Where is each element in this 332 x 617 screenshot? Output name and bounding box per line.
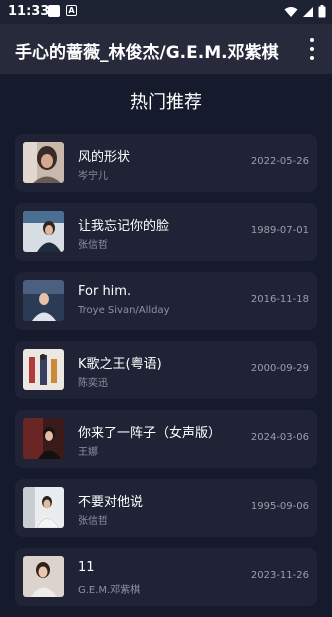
song-title: For him. [78,284,132,299]
song-artist: 陈奕迅 [78,378,108,389]
song-card[interactable]: 你来了一阵子（女声版） 王娜 2024-03-06 [15,410,317,468]
release-date: 2023-11-26 [250,570,309,581]
song-title: K歌之王(粤语) [78,357,162,372]
font-notification-icon: A [66,5,77,16]
album-cover [23,418,64,459]
notification-icon [48,5,60,17]
section-title: 热门推荐 [130,92,202,113]
song-artist: G.E.M.邓紫棋 [78,585,141,596]
song-card[interactable]: 让我忘记你的脸 张信哲 1989-07-01 [15,203,317,261]
battery-icon [318,5,326,18]
more-options-icon[interactable] [304,38,320,60]
album-cover [23,211,64,252]
status-bar: 11:33 A [0,0,332,24]
song-list: 风的形状 岑宁儿 2022-05-26 让我忘记你的脸 张信哲 1989-07-… [15,134,317,617]
album-cover [23,142,64,183]
song-artist: 王娜 [78,447,98,458]
song-card[interactable]: 风的形状 岑宁儿 2022-05-26 [15,134,317,192]
release-date: 2024-03-06 [250,432,309,443]
release-date: 1995-09-06 [250,501,309,512]
song-title: 让我忘记你的脸 [78,219,170,234]
signal-icon [303,6,313,17]
album-cover [23,349,64,390]
page-title: 手心的蔷薇_林俊杰/G.E.M.邓紫棋 [15,43,279,63]
song-title: 风的形状 [78,150,131,165]
song-card[interactable]: 11 G.E.M.邓紫棋 2023-11-26 [15,548,317,606]
song-title: 你来了一阵子（女声版） [78,426,222,441]
song-artist: Troye Sivan/Allday [78,305,170,316]
album-cover [23,487,64,528]
app-bar: 手心的蔷薇_林俊杰/G.E.M.邓紫棋 [0,24,332,74]
release-date: 2022-05-26 [250,156,309,167]
song-card[interactable]: For him. Troye Sivan/Allday 2016-11-18 [15,272,317,330]
song-artist: 张信哲 [78,516,108,527]
release-date: 1989-07-01 [250,225,309,236]
album-cover [23,280,64,321]
album-cover [23,556,64,597]
wifi-icon [284,6,298,17]
release-date: 2016-11-18 [250,294,309,305]
song-card[interactable]: 不要对他说 张信哲 1995-09-06 [15,479,317,537]
song-card[interactable]: K歌之王(粤语) 陈奕迅 2000-09-29 [15,341,317,399]
release-date: 2000-09-29 [250,363,309,374]
song-title: 不要对他说 [78,495,144,510]
status-time: 11:33 [8,4,50,19]
song-title: 11 [78,560,95,575]
song-artist: 岑宁儿 [78,171,108,182]
song-artist: 张信哲 [78,240,108,251]
